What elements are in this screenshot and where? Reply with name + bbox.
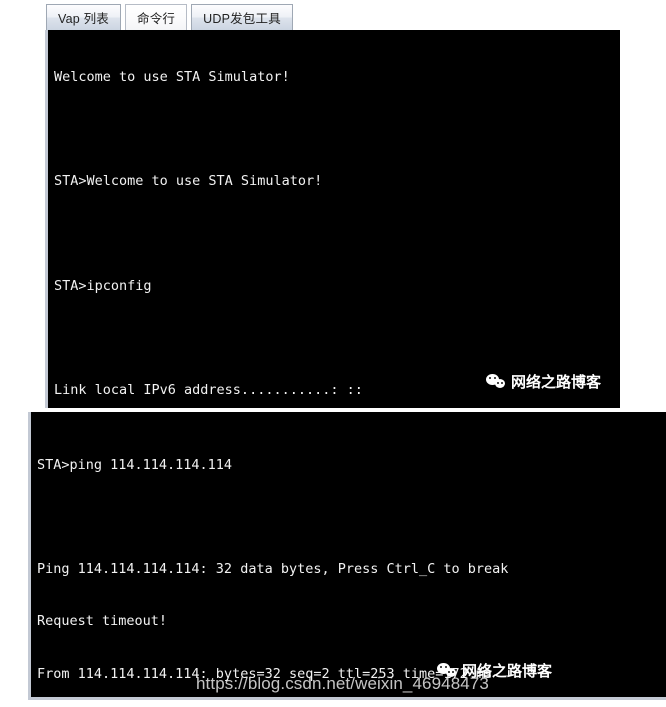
tab-udp-tool[interactable]: UDP发包工具 (191, 4, 293, 30)
console-line: STA>Welcome to use STA Simulator! (54, 173, 323, 190)
tab-udp-tool-label: UDP发包工具 (203, 12, 281, 26)
tab-command-line-label: 命令行 (137, 12, 176, 26)
tab-vap-list-label: Vap 列表 (58, 12, 109, 26)
console-line: From 114.114.114.114: bytes=32 seq=2 ttl… (37, 665, 493, 682)
console-line: Request timeout! (37, 613, 168, 630)
console-output-ipconfig[interactable]: Welcome to use STA Simulator! STA>Welcom… (45, 30, 620, 408)
console-output-ping[interactable]: STA>ping 114.114.114.114 Ping 114.114.11… (28, 412, 666, 700)
console-line: Link local IPv6 address...........: :: (54, 382, 363, 399)
console-line: STA>ipconfig (54, 277, 152, 294)
console-line: Ping 114.114.114.114: 32 data bytes, Pre… (37, 561, 509, 578)
tab-bar: Vap 列表 命令行 UDP发包工具 (46, 2, 297, 30)
console-line: STA>ping 114.114.114.114 (37, 456, 233, 473)
tab-vap-list[interactable]: Vap 列表 (46, 4, 121, 30)
console-line: Welcome to use STA Simulator! (54, 68, 290, 85)
tab-command-line[interactable]: 命令行 (125, 4, 188, 30)
